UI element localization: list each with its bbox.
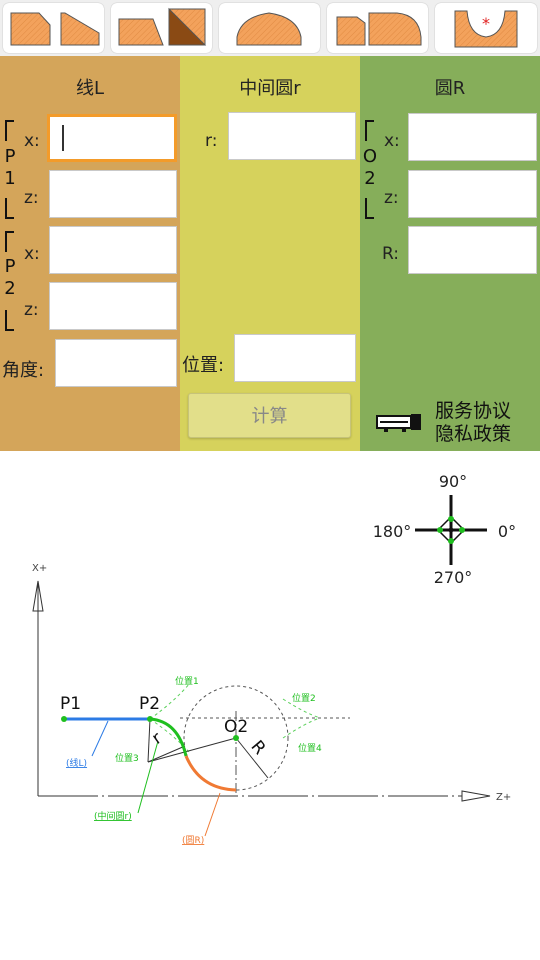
- p2-z-label: z:: [24, 300, 39, 320]
- axes: [32, 580, 491, 802]
- p1-vertical-label: P1: [4, 146, 16, 189]
- fillet-profile-icon: [336, 12, 422, 46]
- p1-diagram-label: P1: [60, 694, 81, 714]
- r-input[interactable]: [228, 112, 356, 160]
- R-label: R:: [382, 244, 400, 264]
- x-axis-label: X+: [32, 563, 47, 574]
- p1-z-label: z:: [24, 188, 39, 208]
- p2-x-input[interactable]: [49, 226, 177, 274]
- mid-circle-note: (中间圆r): [94, 810, 132, 822]
- o2-vertical-label: O2: [362, 146, 378, 189]
- angle-compass: [415, 495, 487, 565]
- o2-z-label: z:: [384, 188, 399, 208]
- angle-label: 角度:: [2, 360, 45, 381]
- compass-east-label: 0°: [498, 522, 516, 541]
- bevel-profile-button[interactable]: [111, 3, 212, 53]
- bevel-profile-icon: [118, 7, 207, 46]
- service-agreement-link[interactable]: 服务协议: [435, 400, 511, 423]
- o2-x-input[interactable]: [408, 113, 537, 161]
- line-L-note: (线L): [66, 757, 87, 769]
- p2-x-label: x:: [24, 244, 40, 264]
- p1-x-label: x:: [24, 131, 40, 151]
- chamfer-profile-icon: [10, 12, 100, 46]
- privacy-policy-link[interactable]: 隐私政策: [435, 423, 511, 446]
- calculate-button[interactable]: 计算: [188, 393, 351, 438]
- position-label: 位置:: [182, 355, 225, 376]
- position-3-label: 位置3: [115, 752, 139, 764]
- line-panel: 线L P1 x: z: P2 x: z: 角度:: [0, 56, 180, 451]
- circle-panel-title: 圆R: [434, 78, 466, 99]
- p1-x-input[interactable]: [47, 114, 177, 162]
- chamfer-profile-button[interactable]: [3, 3, 104, 53]
- p2-vertical-label: P2: [4, 256, 16, 299]
- o2-bracket-bottom: [365, 198, 374, 219]
- circle-R-note: (圆R): [182, 835, 204, 846]
- position-input[interactable]: [234, 334, 356, 382]
- r-diagram-label: r: [148, 728, 165, 748]
- angle-input[interactable]: [55, 339, 177, 387]
- projector-icon[interactable]: [376, 412, 424, 434]
- groove-profile-button[interactable]: *: [435, 3, 537, 53]
- o2-z-input[interactable]: [408, 170, 537, 218]
- policy-links: 服务协议 隐私政策: [435, 400, 511, 446]
- mid-panel-title: 中间圆r: [239, 78, 301, 99]
- position-1-label: 位置1: [175, 675, 199, 687]
- z-axis-label: Z+: [496, 792, 511, 803]
- position-4-label: 位置4: [298, 742, 322, 754]
- compass-west-label: 180°: [373, 522, 412, 541]
- line-panel-title: 线L: [75, 78, 105, 99]
- o2-x-label: x:: [384, 131, 400, 151]
- compass-north-label: 90°: [439, 472, 467, 491]
- mid-circle-panel: 中间圆r r: 位置:: [180, 56, 360, 451]
- profile-toolbar: *: [0, 0, 540, 56]
- svg-text:*: *: [482, 14, 490, 33]
- p1-bracket-bottom: [5, 198, 14, 219]
- fillet-profile-button[interactable]: [327, 3, 428, 53]
- text-caret: [62, 125, 64, 151]
- p2-bracket: [5, 231, 14, 252]
- groove-profile-icon: *: [454, 10, 518, 48]
- arc-R-segment: [184, 755, 237, 792]
- p2-z-input[interactable]: [49, 282, 177, 330]
- o2-bracket: [365, 120, 374, 141]
- p2-diagram-label: P2: [139, 694, 160, 714]
- position-2-label: 位置2: [292, 692, 316, 704]
- o2-diagram-label: O2: [224, 717, 248, 737]
- r-label: r:: [205, 131, 218, 151]
- R-input[interactable]: [408, 226, 537, 274]
- round-profile-icon: [236, 12, 302, 46]
- circle-panel: 圆R O2 x: z: R:: [360, 56, 540, 451]
- p1-z-input[interactable]: [49, 170, 177, 218]
- compass-south-label: 270°: [434, 568, 473, 587]
- geometry-diagram: 90° 180° 0° 270° X+ Z+ P1 P2 O2 r R 位置1 …: [32, 472, 516, 846]
- p2-bracket-bottom: [5, 310, 14, 331]
- round-profile-button[interactable]: [219, 3, 320, 53]
